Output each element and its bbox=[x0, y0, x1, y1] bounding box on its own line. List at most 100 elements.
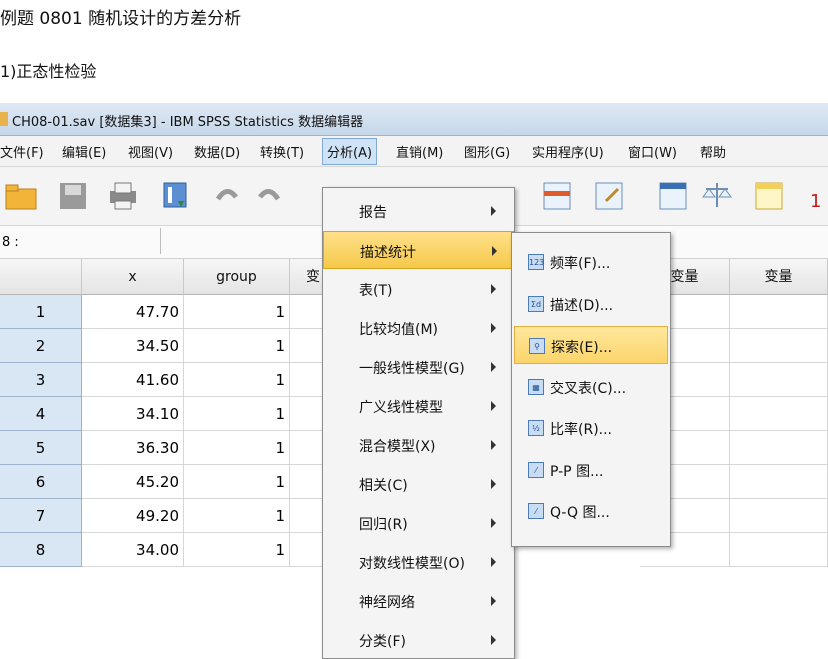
analyze-menu-item[interactable]: 比较均值(M) bbox=[323, 309, 514, 347]
menu-item-label: 表(T) bbox=[359, 283, 393, 299]
descriptive-submenu-item[interactable]: 123 频率(F)... bbox=[514, 243, 668, 281]
cell-group[interactable]: 1 bbox=[184, 397, 290, 431]
open-folder-icon[interactable] bbox=[4, 179, 38, 213]
cell-x[interactable]: 45.20 bbox=[82, 465, 184, 499]
menu-direct-marketing[interactable]: 直销(M) bbox=[396, 142, 443, 161]
descriptive-submenu-item[interactable]: ⁄ P-P 图... bbox=[514, 451, 668, 489]
descriptive-submenu-item[interactable]: ⚲ 探索(E)... bbox=[514, 326, 668, 364]
cell-empty[interactable] bbox=[290, 533, 324, 567]
cell-x[interactable]: 34.10 bbox=[82, 397, 184, 431]
column-header-x[interactable]: x bbox=[82, 259, 184, 295]
cell-empty[interactable] bbox=[730, 329, 828, 363]
insert-cases-icon[interactable] bbox=[540, 179, 574, 213]
submenu-arrow-icon bbox=[491, 596, 496, 606]
row-number[interactable]: 1 bbox=[0, 295, 82, 329]
analyze-menu-item[interactable]: 报告 bbox=[323, 192, 514, 230]
menu-item-label: 一般线性模型(G) bbox=[359, 361, 465, 377]
row-number[interactable]: 4 bbox=[0, 397, 82, 431]
submenu-item-label: P-P 图... bbox=[550, 463, 604, 480]
row-number[interactable]: 3 bbox=[0, 363, 82, 397]
cell-empty[interactable] bbox=[290, 431, 324, 465]
menu-item-label: 分类(F) bbox=[359, 634, 406, 650]
cell-empty[interactable] bbox=[730, 499, 828, 533]
cell-empty[interactable] bbox=[290, 499, 324, 533]
menu-item-label: 比较均值(M) bbox=[359, 322, 439, 338]
menu-graphs[interactable]: 图形(G) bbox=[464, 142, 510, 161]
submenu-arrow-icon bbox=[491, 479, 496, 489]
menu-view[interactable]: 视图(V) bbox=[128, 142, 173, 161]
cell-x[interactable]: 34.50 bbox=[82, 329, 184, 363]
analyze-menu-item[interactable]: 混合模型(X) bbox=[323, 426, 514, 464]
insert-variable-icon[interactable] bbox=[592, 179, 626, 213]
descriptive-submenu-item[interactable]: Σd 描述(D)... bbox=[514, 285, 668, 323]
analyze-menu-item[interactable]: 广义线性模型 bbox=[323, 387, 514, 425]
cell-empty[interactable] bbox=[290, 397, 324, 431]
column-header-var-3[interactable]: 变量 bbox=[730, 259, 828, 295]
save-icon[interactable] bbox=[56, 179, 90, 213]
row-number[interactable]: 6 bbox=[0, 465, 82, 499]
cell-group[interactable]: 1 bbox=[184, 533, 290, 567]
cell-group[interactable]: 1 bbox=[184, 363, 290, 397]
submenu-item-icon: ⁄ bbox=[528, 503, 544, 519]
submenu-item-label: 探索(E)... bbox=[551, 340, 613, 356]
descriptive-submenu-item[interactable]: ½ 比率(R)... bbox=[514, 409, 668, 447]
row-number[interactable]: 5 bbox=[0, 431, 82, 465]
print-icon[interactable] bbox=[106, 179, 140, 213]
cell-group[interactable]: 1 bbox=[184, 295, 290, 329]
cell-group[interactable]: 1 bbox=[184, 329, 290, 363]
undo-icon[interactable] bbox=[210, 179, 244, 213]
analyze-menu-item[interactable]: 回归(R) bbox=[323, 504, 514, 542]
descriptive-submenu-item[interactable]: ▦ 交叉表(C)... bbox=[514, 368, 668, 406]
value-labels-icon[interactable]: 1 bbox=[804, 179, 828, 213]
descriptive-statistics-submenu: 123 频率(F)... Σd 描述(D)... ⚲ 探索(E)... ▦ 交叉表(C)...… bbox=[511, 232, 671, 547]
cell-empty[interactable] bbox=[290, 465, 324, 499]
row-number[interactable]: 2 bbox=[0, 329, 82, 363]
split-file-icon[interactable] bbox=[656, 179, 690, 213]
analyze-menu-item[interactable]: 分类(F) bbox=[323, 621, 514, 659]
cell-group[interactable]: 1 bbox=[184, 465, 290, 499]
menu-edit[interactable]: 编辑(E) bbox=[62, 142, 106, 161]
redo-icon[interactable] bbox=[254, 179, 288, 213]
cell-empty[interactable] bbox=[290, 329, 324, 363]
menu-transform[interactable]: 转换(T) bbox=[260, 142, 304, 161]
analyze-menu-item[interactable]: 表(T) bbox=[323, 270, 514, 308]
weight-cases-icon[interactable] bbox=[700, 179, 734, 213]
row-number[interactable]: 7 bbox=[0, 499, 82, 533]
cell-empty[interactable] bbox=[730, 465, 828, 499]
menu-window[interactable]: 窗口(W) bbox=[628, 142, 677, 161]
descriptive-submenu-item[interactable]: ⁄ Q-Q 图... bbox=[514, 492, 668, 530]
cell-empty[interactable] bbox=[730, 363, 828, 397]
analyze-menu-item[interactable]: 一般线性模型(G) bbox=[323, 348, 514, 386]
menu-file[interactable]: 文件(F) bbox=[0, 142, 44, 161]
cell-empty[interactable] bbox=[290, 295, 324, 329]
submenu-arrow-icon bbox=[491, 635, 496, 645]
cell-empty[interactable] bbox=[730, 431, 828, 465]
column-header-group[interactable]: group bbox=[184, 259, 290, 295]
cell-empty[interactable] bbox=[290, 363, 324, 397]
analyze-menu-item[interactable]: 神经网络 bbox=[323, 582, 514, 620]
analyze-menu-item[interactable]: 对数线性模型(O) bbox=[323, 543, 514, 581]
menu-utilities[interactable]: 实用程序(U) bbox=[532, 142, 604, 161]
grid-corner bbox=[0, 259, 82, 295]
menu-data[interactable]: 数据(D) bbox=[194, 142, 240, 161]
cell-group[interactable]: 1 bbox=[184, 431, 290, 465]
cell-x[interactable]: 41.60 bbox=[82, 363, 184, 397]
cell-empty[interactable] bbox=[730, 295, 828, 329]
select-cases-icon[interactable] bbox=[752, 179, 786, 213]
cell-x[interactable]: 36.30 bbox=[82, 431, 184, 465]
submenu-item-label: 交叉表(C)... bbox=[550, 380, 627, 397]
menu-bar: 文件(F) 编辑(E) 视图(V) 数据(D) 转换(T) 分析(A) 直销(M… bbox=[0, 136, 828, 167]
analyze-menu-item[interactable]: 描述统计 bbox=[323, 231, 514, 269]
cell-x[interactable]: 49.20 bbox=[82, 499, 184, 533]
analyze-menu-item[interactable]: 相关(C) bbox=[323, 465, 514, 503]
menu-analyze[interactable]: 分析(A) bbox=[322, 138, 378, 165]
cell-x[interactable]: 47.70 bbox=[82, 295, 184, 329]
cell-x[interactable]: 34.00 bbox=[82, 533, 184, 567]
cell-empty[interactable] bbox=[730, 397, 828, 431]
row-number[interactable]: 8 bbox=[0, 533, 82, 567]
menu-help[interactable]: 帮助 bbox=[700, 142, 726, 161]
cell-group[interactable]: 1 bbox=[184, 499, 290, 533]
dialog-recall-icon[interactable] bbox=[158, 179, 192, 213]
cell-reference-box[interactable]: 8 : bbox=[0, 228, 161, 254]
cell-empty[interactable] bbox=[730, 533, 828, 567]
